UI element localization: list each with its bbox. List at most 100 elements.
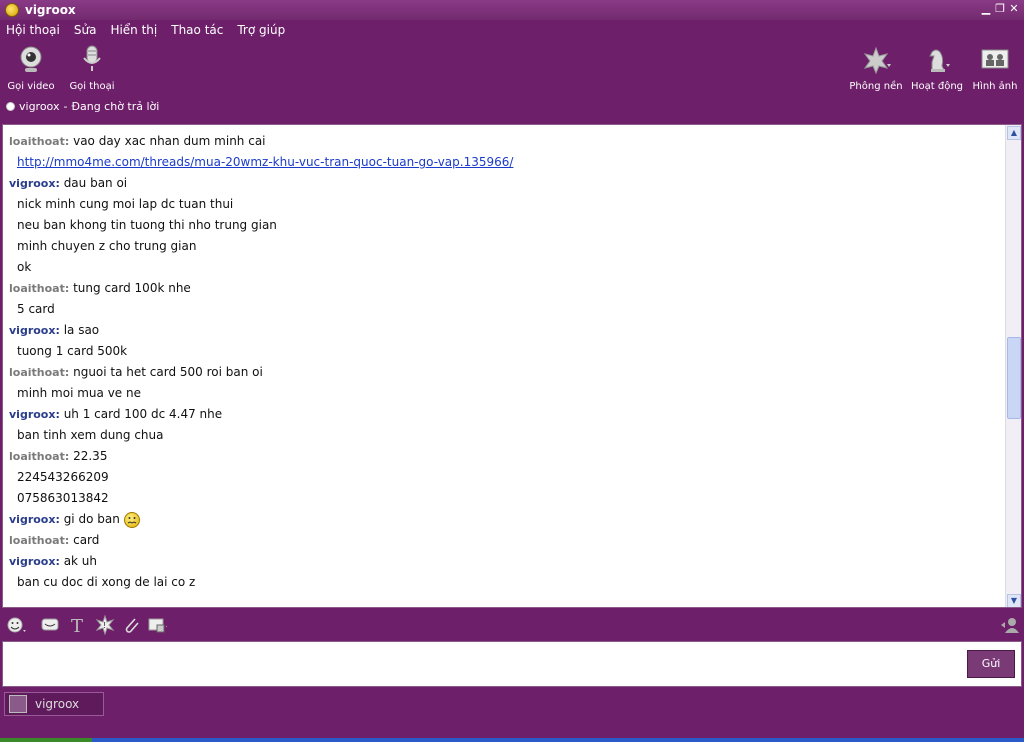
message-text: minh chuyen z cho trung gian — [17, 239, 197, 253]
chat-message: loaithoat: nguoi ta het card 500 roi ban… — [3, 362, 1007, 404]
message-text: nick minh cung moi lap dc tuan thui — [17, 197, 234, 211]
message-line: ok — [9, 257, 1007, 278]
contact-name[interactable]: vigroox — [19, 100, 59, 113]
menu-help[interactable]: Trợ giúp — [237, 23, 285, 37]
photos-label: Hình ảnh — [972, 81, 1018, 92]
window-title: vigroox — [25, 3, 76, 17]
conversation-tabs: vigroox — [0, 690, 1024, 738]
message-line: nick minh cung moi lap dc tuan thui — [9, 194, 1007, 215]
sender-colon: : — [55, 177, 64, 190]
status-dot-icon — [6, 102, 15, 111]
input-toolbar: T ! — [0, 610, 1024, 640]
chat-message: loaithoat: vao day xac nhan dum minh cai… — [3, 131, 1007, 173]
contact-card-icon[interactable] — [1000, 615, 1020, 635]
message-text: 075863013842 — [17, 491, 109, 505]
video-call-button[interactable]: Gọi video — [1, 44, 61, 92]
message-sender: vigroox — [9, 408, 56, 421]
voice-call-label: Gọi thoại — [69, 81, 115, 92]
sender-colon: : — [64, 366, 74, 379]
message-list: loaithoat: vao day xac nhan dum minh cai… — [3, 125, 1007, 607]
scroll-down-icon[interactable]: ▼ — [1007, 594, 1021, 607]
share-image-icon[interactable] — [147, 615, 167, 635]
message-text: dau ban oi — [63, 176, 128, 190]
webcam-icon — [20, 46, 42, 72]
message-line: vigroox: uh 1 card 100 dc 4.47 nhe — [9, 404, 1007, 425]
message-line: http://mmo4me.com/threads/mua-20wmz-khu-… — [9, 152, 1007, 173]
activities-button[interactable]: Hoạt động — [907, 44, 967, 92]
message-text: tuong 1 card 500k — [17, 344, 128, 358]
message-text: neu ban khong tin tuong thi nho trung gi… — [17, 218, 277, 232]
message-text: uh 1 card 100 dc 4.47 nhe — [63, 407, 223, 421]
message-text: nguoi ta het card 500 roi ban oi — [73, 365, 263, 379]
tab-vigroox[interactable]: vigroox — [4, 692, 104, 716]
status-text: Đang chờ trả lời — [71, 100, 160, 113]
message-line: loaithoat: card — [9, 530, 1007, 551]
scroll-up-icon[interactable]: ▲ — [1007, 126, 1021, 140]
message-sender: vigroox — [9, 513, 56, 526]
message-line: minh moi mua ve ne — [9, 383, 1007, 404]
voice-call-button[interactable]: Gọi thoại — [62, 44, 122, 92]
message-text: 22.35 — [73, 449, 108, 463]
window-controls: ▁ ❐ ✕ — [980, 2, 1020, 16]
wink-icon[interactable] — [40, 615, 60, 635]
toolbar: Gọi video Gọi thoại Phông nền Hoạt động … — [0, 40, 1024, 96]
message-sender: vigroox — [9, 177, 56, 190]
nudge-icon[interactable]: ! — [95, 615, 115, 635]
message-sender: vigroox — [9, 324, 56, 337]
message-line: 5 card — [9, 299, 1007, 320]
paperclip-icon[interactable] — [121, 615, 141, 635]
font-icon[interactable]: T — [68, 615, 88, 635]
message-line: minh chuyen z cho trung gian — [9, 236, 1007, 257]
confused-smiley-icon — [123, 511, 140, 528]
message-input[interactable] — [9, 648, 951, 680]
chat-message: loaithoat: 22.35 224543266209 075863013842 — [3, 446, 1007, 509]
message-text: ok — [17, 260, 32, 274]
message-sender: vigroox — [9, 555, 56, 568]
menu-edit[interactable]: Sửa — [74, 23, 97, 37]
menu-conversation[interactable]: Hội thoại — [6, 23, 60, 37]
minimize-icon[interactable]: ▁ — [980, 2, 992, 16]
app-icon — [5, 3, 19, 17]
message-line: vigroox: ak uh — [9, 551, 1007, 572]
message-text: card — [73, 533, 100, 547]
activities-label: Hoạt động — [910, 81, 964, 92]
chat-message: vigroox: gi do ban — [3, 509, 1007, 530]
menu-actions[interactable]: Thao tác — [171, 23, 223, 37]
chat-message: vigroox: la sao tuong 1 card 500k — [3, 320, 1007, 362]
scroll-thumb[interactable] — [1007, 337, 1021, 419]
contact-status: vigroox - Đang chờ trả lời — [6, 100, 159, 113]
background-label: Phông nền — [849, 81, 903, 92]
message-text: la sao — [63, 323, 100, 337]
chat-message: vigroox: uh 1 card 100 dc 4.47 nhe ban ti… — [3, 404, 1007, 446]
title-bar: vigroox ▁ ❐ ✕ — [0, 0, 1024, 20]
message-link[interactable]: http://mmo4me.com/threads/mua-20wmz-khu-… — [17, 155, 513, 169]
emoticon-icon[interactable] — [6, 615, 26, 635]
maximize-icon[interactable]: ❐ — [994, 2, 1006, 16]
message-input-area[interactable]: Gửi — [2, 641, 1022, 687]
send-button[interactable]: Gửi — [967, 650, 1015, 678]
chat-history: loaithoat: vao day xac nhan dum minh cai… — [2, 124, 1022, 608]
menu-bar: Hội thoại Sửa Hiển thị Thao tác Trợ giúp — [0, 20, 1024, 40]
sender-colon: : — [55, 555, 64, 568]
chat-scrollbar[interactable]: ▲ ▼ — [1005, 125, 1021, 607]
sender-colon: : — [55, 408, 64, 421]
sender-colon: : — [64, 282, 74, 295]
chat-message: vigroox: ak uh ban cu doc di xong de lai … — [3, 551, 1007, 593]
photos-button[interactable]: Hình ảnh — [965, 44, 1024, 92]
sender-colon: : — [64, 135, 74, 148]
message-line: ban tinh xem dung chua — [9, 425, 1007, 446]
close-icon[interactable]: ✕ — [1008, 2, 1020, 16]
microphone-icon — [83, 45, 101, 71]
message-sender: loaithoat — [9, 366, 65, 379]
video-call-label: Gọi video — [7, 81, 55, 92]
message-text: 224543266209 — [17, 470, 109, 484]
background-button[interactable]: Phông nền — [846, 44, 906, 92]
message-text: minh moi mua ve ne — [17, 386, 141, 400]
message-text: ak uh — [63, 554, 98, 568]
sender-colon: : — [55, 513, 64, 526]
chat-message: vigroox: dau ban oi nick minh cung moi la… — [3, 173, 1007, 278]
message-sender: loaithoat — [9, 534, 65, 547]
menu-view[interactable]: Hiển thị — [110, 23, 157, 37]
message-text: gi do ban — [63, 512, 120, 526]
message-text: 5 card — [17, 302, 55, 316]
